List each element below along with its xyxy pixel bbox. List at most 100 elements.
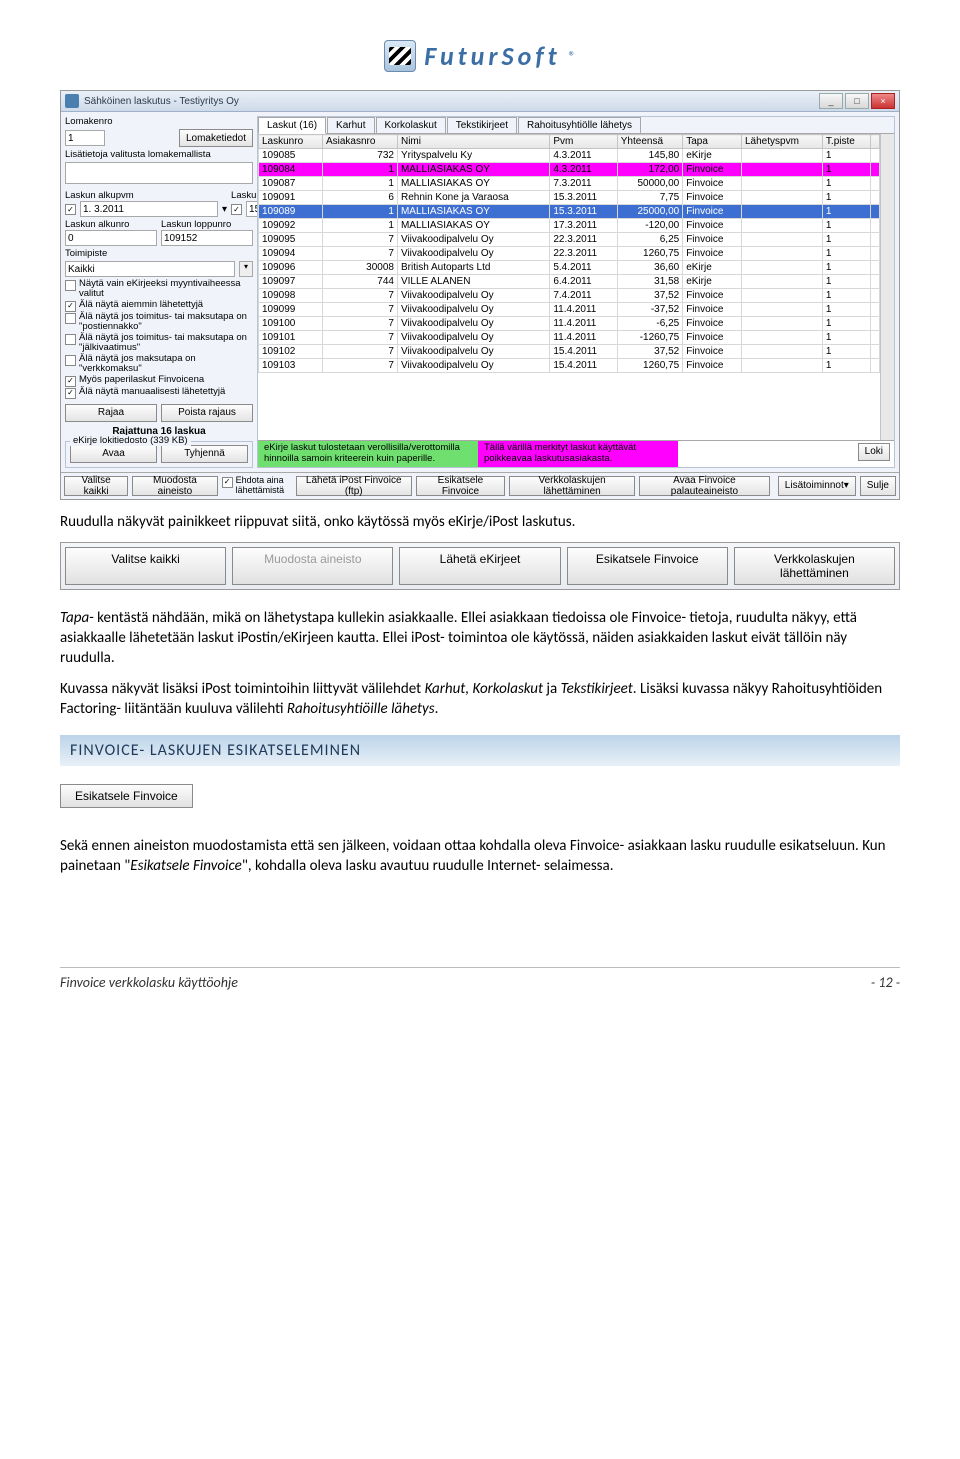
tab-2[interactable]: Korkolaskut	[376, 117, 446, 133]
close-button[interactable]: ×	[871, 93, 895, 109]
cell: Viivakoodipalvelu Oy	[397, 233, 549, 247]
filter-checkbox-6[interactable]: ✓Älä näytä manuaalisesti lähetettyjä	[65, 387, 253, 399]
cell: 7	[322, 233, 397, 247]
cell: 109084	[259, 163, 323, 177]
filter-checkbox-5[interactable]: ✓Myös paperilaskut Finvoicena	[65, 375, 253, 387]
avaa-palauteaineisto-button[interactable]: Avaa Finvoice palauteaineisto	[639, 476, 770, 496]
cell: 1	[822, 345, 870, 359]
table-row[interactable]: 1091027Viivakoodipalvelu Oy15.4.201137,5…	[259, 345, 880, 359]
checkbox-icon[interactable]	[65, 280, 76, 291]
loppunro-input[interactable]	[161, 230, 253, 246]
table-row[interactable]: 1090841MALLIASIAKAS OY4.3.2011172,00Finv…	[259, 163, 880, 177]
cell: 109098	[259, 289, 323, 303]
cell: -120,00	[617, 219, 682, 233]
table-row[interactable]: 1090921MALLIASIAKAS OY17.3.2011-120,00Fi…	[259, 219, 880, 233]
avaa-button[interactable]: Avaa	[70, 445, 157, 463]
tab-3[interactable]: Tekstikirjeet	[447, 117, 517, 133]
lomakenro-input[interactable]	[65, 130, 105, 146]
checkbox-icon[interactable]: ✓	[65, 388, 76, 399]
poista-rajaus-button[interactable]: Poista rajaus	[161, 404, 253, 422]
cell	[741, 331, 822, 345]
laheta-ipost-button[interactable]: Lähetä iPost Finvoice (ftp)	[296, 476, 412, 496]
filter-checkbox-2[interactable]: Älä näytä jos toimitus- tai maksutapa on…	[65, 312, 253, 333]
alkupvm-checkbox[interactable]: ✓	[65, 204, 76, 215]
col-header[interactable]: T.piste	[822, 135, 870, 149]
verkkolaskujen-button[interactable]: Verkkolaskujen lähettäminen	[509, 476, 635, 496]
checkbox-label: Näytä vain eKirjeeksi myyntivaiheessa va…	[79, 279, 253, 300]
tab-1[interactable]: Karhut	[327, 117, 374, 133]
col-header[interactable]: Lähetyspvm	[741, 135, 822, 149]
table-row[interactable]: 1090916Rehnin Kone ja Varaosa15.3.20117,…	[259, 191, 880, 205]
col-header[interactable]: Asiakasnro	[322, 135, 397, 149]
sulje-button[interactable]: Sulje	[860, 476, 896, 496]
table-row[interactable]: 1091037Viivakoodipalvelu Oy15.4.20111260…	[259, 359, 880, 373]
data-grid[interactable]: LaskunroAsiakasnroNimiPvmYhteensäTapaLäh…	[258, 134, 880, 440]
table-row[interactable]: 1090957Viivakoodipalvelu Oy22.3.20116,25…	[259, 233, 880, 247]
cell: 1	[322, 205, 397, 219]
filter-checkbox-3[interactable]: Älä näytä jos toimitus- tai maksutapa on…	[65, 333, 253, 354]
col-header[interactable]: Laskunro	[259, 135, 323, 149]
button-row-image: Valitse kaikkiMuodosta aineistoLähetä eK…	[60, 542, 900, 590]
table-row[interactable]: 1090987Viivakoodipalvelu Oy7.4.201137,52…	[259, 289, 880, 303]
ehdota-aina-label: Ehdota aina lähettämistä	[236, 476, 292, 496]
table-row[interactable]: 1090871MALLIASIAKAS OY7.3.201150000,00Fi…	[259, 177, 880, 191]
rajaa-button[interactable]: Rajaa	[65, 404, 157, 422]
esikatsele-finvoice-button[interactable]: Esikatsele Finvoice	[416, 476, 505, 496]
table-row[interactable]: 109097744VILLE ALANEN6.4.201131,58eKirje…	[259, 275, 880, 289]
col-header[interactable]	[870, 135, 879, 149]
valitse-kaikki-button[interactable]: Valitse kaikki	[64, 476, 128, 496]
filter-checkbox-0[interactable]: Näytä vain eKirjeeksi myyntivaiheessa va…	[65, 279, 253, 300]
lomaketiedot-button[interactable]: Lomaketiedot	[179, 129, 253, 147]
alkupvm-input[interactable]	[80, 201, 218, 217]
alkunro-input[interactable]	[65, 230, 157, 246]
table-row[interactable]: 10909630008British Autoparts Ltd5.4.2011…	[259, 261, 880, 275]
table-row[interactable]: 109085732Yrityspalvelu Ky4.3.2011145,80e…	[259, 149, 880, 163]
filter-checkbox-4[interactable]: Älä näytä jos maksutapa on "verkkomaksu"	[65, 354, 253, 375]
table-row[interactable]: 1091007Viivakoodipalvelu Oy11.4.2011-6,2…	[259, 317, 880, 331]
paragraph-2: Tapa- kentästä nähdään, mikä on lähetyst…	[60, 608, 900, 669]
paragraph-1: Ruudulla näkyvät painikkeet riippuvat si…	[60, 512, 900, 532]
esikatsele-finvoice-image-button: Esikatsele Finvoice	[60, 784, 193, 808]
cell: Finvoice	[683, 219, 742, 233]
cell: 1	[822, 317, 870, 331]
window-title: Sähköinen laskutus - Testiyritys Oy	[84, 96, 819, 107]
tabs: Laskut (16)KarhutKorkolaskutTekstikirjee…	[258, 117, 894, 134]
cell	[741, 233, 822, 247]
col-header[interactable]: Pvm	[550, 135, 617, 149]
cell: British Autoparts Ltd	[397, 261, 549, 275]
tab-4[interactable]: Rahoitusyhtiölle lähetys	[518, 117, 641, 133]
toolbar-button-0: Valitse kaikki	[65, 547, 226, 585]
minimize-button[interactable]: _	[819, 93, 843, 109]
loppupvm-checkbox[interactable]: ✓	[231, 204, 242, 215]
col-header[interactable]: Yhteensä	[617, 135, 682, 149]
cell: Finvoice	[683, 191, 742, 205]
loki-button[interactable]: Loki	[858, 443, 890, 461]
table-row[interactable]: 1091017Viivakoodipalvelu Oy11.4.2011-126…	[259, 331, 880, 345]
checkbox-icon[interactable]: ✓	[65, 376, 76, 387]
toimipiste-select[interactable]	[65, 261, 235, 277]
checkbox-icon[interactable]	[65, 313, 76, 324]
cell: 7	[322, 303, 397, 317]
checkbox-label: Älä näytä manuaalisesti lähetettyjä	[79, 387, 225, 397]
footer-left: Finvoice verkkolasku käyttöohje	[60, 974, 238, 991]
alkupvm-label: Laskun alkupvm	[65, 190, 227, 201]
tyhjenna-button[interactable]: Tyhjennä	[161, 445, 248, 463]
cell: 7	[322, 345, 397, 359]
col-header[interactable]: Tapa	[683, 135, 742, 149]
muodosta-aineisto-button[interactable]: Muodosta aineisto	[132, 476, 217, 496]
ehdota-aina-checkbox[interactable]: ✓	[222, 477, 233, 488]
lisatietoja-input[interactable]	[65, 162, 253, 184]
table-row[interactable]: 1090891MALLIASIAKAS OY15.3.201125000,00F…	[259, 205, 880, 219]
cell: 25000,00	[617, 205, 682, 219]
maximize-button[interactable]: □	[845, 93, 869, 109]
scrollbar[interactable]	[880, 134, 894, 440]
checkbox-icon[interactable]: ✓	[65, 301, 76, 312]
tab-0[interactable]: Laskut (16)	[258, 117, 326, 134]
col-header[interactable]: Nimi	[397, 135, 549, 149]
lisatoiminnot-button[interactable]: Lisätoiminnot ▾	[778, 476, 856, 496]
cell: Viivakoodipalvelu Oy	[397, 303, 549, 317]
checkbox-icon[interactable]	[65, 334, 76, 345]
table-row[interactable]: 1090947Viivakoodipalvelu Oy22.3.20111260…	[259, 247, 880, 261]
checkbox-icon[interactable]	[65, 355, 76, 366]
table-row[interactable]: 1090997Viivakoodipalvelu Oy11.4.2011-37,…	[259, 303, 880, 317]
